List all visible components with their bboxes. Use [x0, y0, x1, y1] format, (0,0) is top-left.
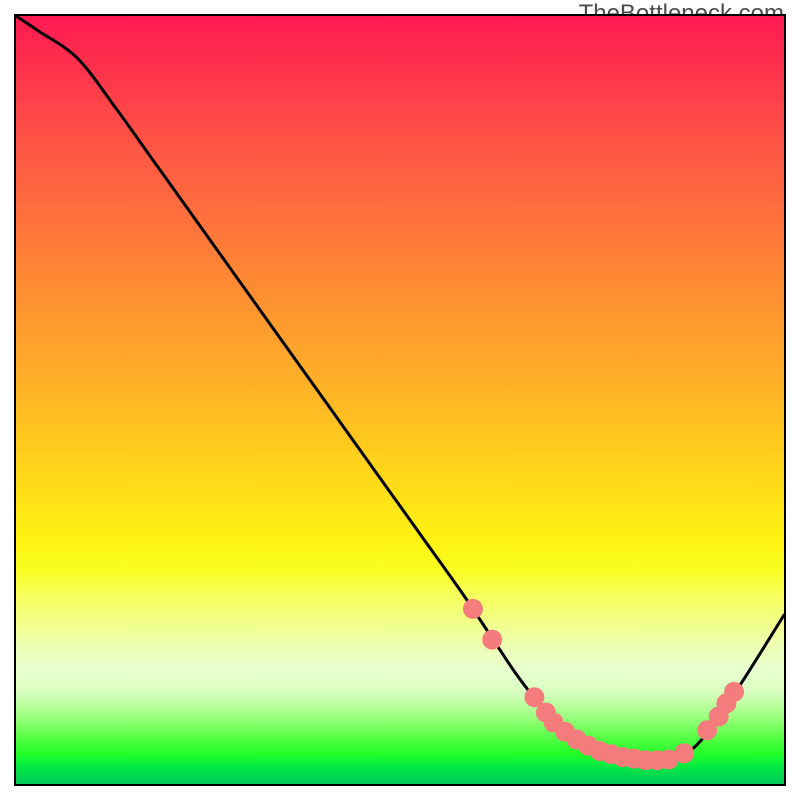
- plot-area: [14, 14, 786, 786]
- chart-container: TheBottleneck.com: [0, 0, 800, 800]
- gradient-background: [16, 16, 784, 784]
